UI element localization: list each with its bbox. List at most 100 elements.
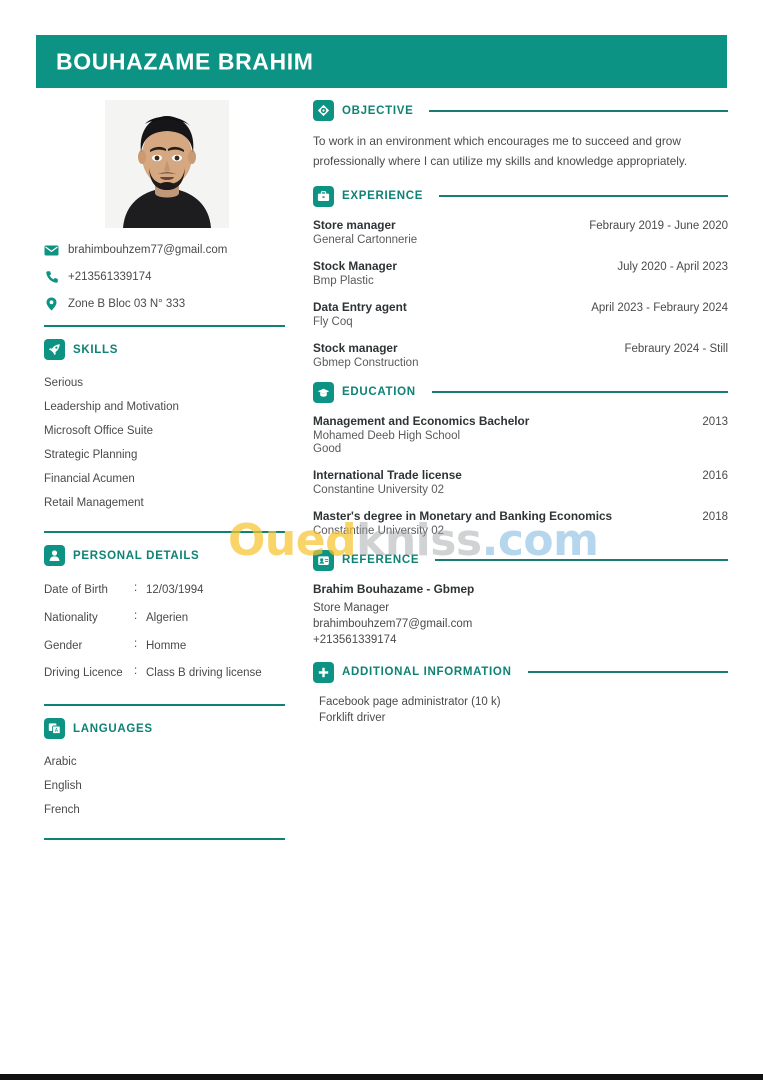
reference-email[interactable]: brahimbouhzem77@gmail.com (313, 616, 728, 632)
list-item: Microsoft Office Suite (44, 425, 154, 437)
contact-value-email: brahimbouhzem77@gmail.com (68, 244, 228, 256)
section-header-education: EDUCATION (313, 381, 728, 403)
section-rule (439, 195, 728, 198)
briefcase-icon (313, 185, 334, 207)
education-year: 2013 (702, 415, 728, 428)
header-bar: BOUHAZAME BRAHIM (36, 35, 727, 88)
experience-company: Gbmep Construction (313, 356, 419, 369)
section-education: EDUCATION Management and Economics Bache… (313, 381, 728, 537)
contact-item-email[interactable]: brahimbouhzem77@gmail.com (44, 238, 289, 262)
section-rule (435, 559, 728, 562)
reference-role: Store Manager (313, 601, 390, 614)
list-item: Facebook page administrator (10 k) (319, 695, 501, 708)
list-item: Financial Acumen (44, 473, 135, 485)
list-item: French (44, 804, 80, 817)
contact-item-phone[interactable]: +213561339174 (44, 265, 289, 289)
section-title-personal-details: PERSONAL DETAILS (73, 549, 200, 562)
avatar (104, 100, 229, 228)
section-languages: A LANGUAGES Arabic English French (44, 718, 289, 822)
list-item: English (44, 780, 82, 793)
person-icon (44, 545, 65, 566)
pd-value: Class B driving license (146, 667, 262, 680)
education-school: Constantine University 02 (313, 524, 445, 537)
list-item: Strategic Planning (44, 449, 138, 461)
languages-list: Arabic English French (44, 750, 289, 822)
list-item: Arabic (44, 756, 77, 769)
table-row: Gender : Homme (44, 633, 289, 661)
experience-entry: Data Entry agent April 2023 - Febraury 2… (313, 300, 728, 328)
pd-label: Driving Licence (44, 667, 123, 680)
education-entry: International Trade license 2016 Constan… (313, 468, 728, 496)
experience-entry: Stock manager Febraury 2024 - Still Gbme… (313, 341, 728, 369)
section-header-experience: EXPERIENCE (313, 185, 728, 207)
list-item: Forklift driver (319, 711, 386, 724)
education-degree: Management and Economics Bachelor (313, 413, 530, 428)
education-degree: Master's degree in Monetary and Banking … (313, 508, 613, 523)
divider-personal-details (44, 704, 285, 707)
section-rule (429, 109, 728, 112)
experience-company: General Cartonnerie (313, 233, 418, 246)
target-icon (313, 100, 334, 121)
section-title-additional-information: ADDITIONAL INFORMATION (342, 666, 512, 679)
section-rule (431, 391, 728, 394)
education-school: Mohamed Deeb High School (313, 429, 461, 442)
section-title-skills: SKILLS (73, 343, 119, 356)
divider-languages (44, 838, 285, 841)
contact-item-address[interactable]: Zone B Bloc 03 N° 333 (44, 292, 289, 316)
education-entry: Master's degree in Monetary and Banking … (313, 509, 728, 537)
education-year: 2018 (702, 510, 728, 523)
avatar-wrapper (44, 100, 289, 228)
right-column: OBJECTIVE To work in an environment whic… (313, 100, 728, 726)
experience-date: Febraury 2024 - Still (624, 342, 728, 355)
left-column: brahimbouhzem77@gmail.com +213561339174 … (44, 100, 289, 841)
section-title-education: EDUCATION (342, 386, 416, 399)
location-pin-icon (44, 297, 59, 312)
plus-icon (313, 661, 334, 683)
reference-badge-icon (313, 549, 334, 571)
section-header-reference: REFERENCE (313, 549, 728, 571)
contact-list: brahimbouhzem77@gmail.com +213561339174 … (44, 238, 289, 316)
list-item: Serious (44, 377, 83, 389)
pd-separator: : (134, 665, 138, 678)
section-title-objective: OBJECTIVE (342, 104, 414, 117)
education-grade: Good (313, 442, 342, 455)
section-header-personal-details: PERSONAL DETAILS (44, 545, 289, 566)
experience-role: Stock manager (313, 340, 398, 355)
list-item: Retail Management (44, 497, 144, 509)
rocket-icon (44, 339, 65, 360)
pd-separator: : (134, 637, 138, 650)
pd-label: Gender (44, 639, 83, 652)
section-experience: EXPERIENCE Store manager Febraury 2019 -… (313, 185, 728, 369)
experience-role: Store manager (313, 217, 396, 232)
pd-separator: : (134, 609, 138, 622)
section-header-objective: OBJECTIVE (313, 100, 728, 121)
pd-value: Homme (146, 639, 187, 652)
pd-label: Nationality (44, 611, 98, 624)
pd-value: 12/03/1994 (146, 584, 204, 596)
contact-value-phone: +213561339174 (68, 271, 152, 283)
divider-skills (44, 531, 285, 533)
section-rule (527, 671, 728, 674)
pd-value: Algerien (146, 611, 189, 624)
pd-label: Date of Birth (44, 584, 108, 596)
section-title-reference: REFERENCE (342, 554, 420, 567)
reference-phone[interactable]: +213561339174 (313, 632, 728, 648)
list-item: Leadership and Motivation (44, 401, 179, 413)
section-reference: REFERENCE Brahim Bouhazame - Gbmep Store… (313, 549, 728, 648)
graduation-cap-icon (313, 381, 334, 403)
phone-icon (44, 270, 59, 285)
experience-entry: Stock Manager July 2020 - April 2023 Bmp… (313, 259, 728, 287)
experience-company: Fly Coq (313, 315, 353, 328)
section-additional-information: ADDITIONAL INFORMATION Facebook page adm… (313, 661, 728, 726)
section-title-experience: EXPERIENCE (342, 190, 424, 203)
language-icon: A (44, 718, 65, 740)
experience-date: July 2020 - April 2023 (617, 260, 728, 273)
table-row: Driving Licence : Class B driving licens… (44, 660, 289, 688)
reference-name: Brahim Bouhazame - Gbmep (313, 581, 475, 596)
education-degree: International Trade license (313, 467, 462, 482)
section-objective: OBJECTIVE To work in an environment whic… (313, 100, 728, 172)
table-row: Nationality : Algerien (44, 605, 289, 633)
section-header-additional-information: ADDITIONAL INFORMATION (313, 661, 728, 683)
experience-date: Febraury 2019 - June 2020 (589, 219, 728, 232)
objective-text: To work in an environment which encourag… (313, 134, 688, 168)
